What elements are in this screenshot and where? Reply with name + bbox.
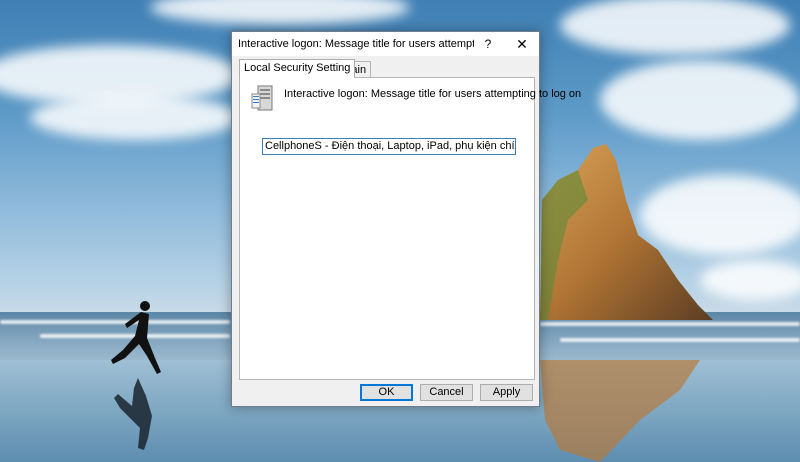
rock-reflection [540, 360, 700, 462]
ok-button[interactable]: OK [360, 384, 413, 401]
cloud [700, 260, 800, 300]
close-button[interactable]: ✕ [510, 34, 534, 54]
dialog-titlebar[interactable]: Interactive logon: Message title for use… [232, 32, 539, 56]
message-title-input[interactable]: CellphoneS - Điện thoại, Laptop, iPad, p… [262, 138, 516, 155]
runner-silhouette [111, 301, 161, 374]
policy-description: Interactive logon: Message title for use… [284, 88, 582, 100]
tab-local-security-setting[interactable]: Local Security Setting [239, 59, 356, 78]
policy-properties-dialog: Interactive logon: Message title for use… [231, 31, 581, 407]
runner-reflection [114, 378, 152, 450]
help-button[interactable]: ? [478, 34, 498, 54]
tab-panel: Interactive logon: Message title for use… [239, 77, 581, 380]
apply-button[interactable]: Apply [480, 384, 533, 401]
rock-cliff [540, 144, 713, 320]
cloud [560, 0, 790, 55]
message-title-value: CellphoneS - Điện thoại, Laptop, iPad, p… [265, 140, 515, 152]
server-policy-icon [251, 85, 273, 111]
cancel-button[interactable]: Cancel [420, 384, 473, 401]
dialog-title: Interactive logon: Message title for use… [238, 38, 474, 50]
wave [540, 322, 800, 326]
cloud [600, 60, 800, 140]
cloud [30, 95, 240, 140]
cloud [150, 0, 410, 25]
wave [560, 338, 800, 342]
